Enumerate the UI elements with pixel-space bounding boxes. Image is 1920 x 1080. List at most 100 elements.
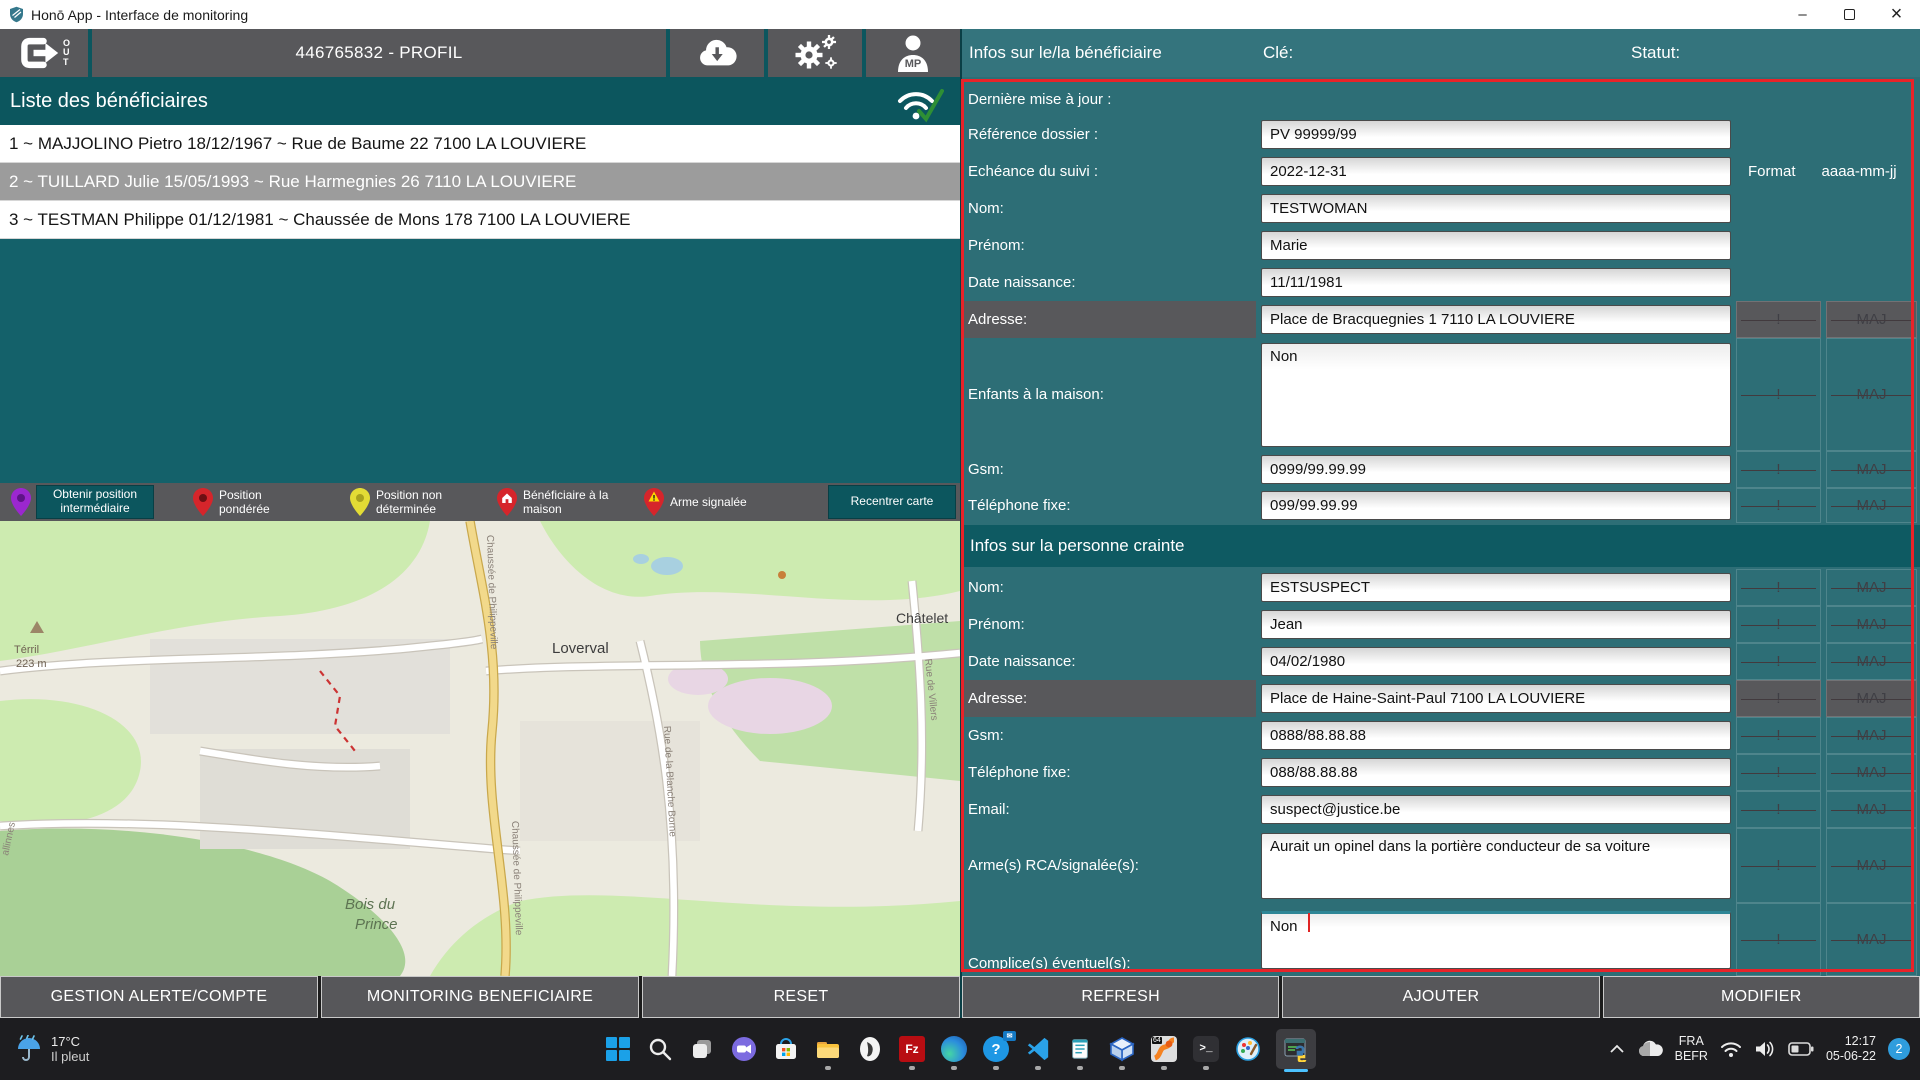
nom-input[interactable] [1261, 194, 1731, 223]
python-idle-button-active[interactable] [1276, 1029, 1316, 1069]
download-button[interactable] [670, 29, 764, 77]
tel-crainte-warn-button[interactable]: ! [1736, 754, 1821, 791]
prenom-input[interactable] [1261, 231, 1731, 260]
user-mp-button[interactable]: MP [866, 29, 960, 77]
legend-undetermined-label: Position non déterminée [376, 488, 468, 517]
date-crainte-warn-button[interactable]: ! [1736, 643, 1821, 680]
top-toolbar: OUT 446765832 - PROFIL [0, 29, 960, 77]
profile-id-button[interactable]: 446765832 - PROFIL [92, 29, 666, 77]
prenom-crainte-input[interactable] [1261, 610, 1731, 639]
nom-crainte-maj-button[interactable]: MAJ [1826, 569, 1917, 606]
running-indicator [1119, 1066, 1125, 1070]
microsoft-store-button[interactable] [772, 1035, 800, 1063]
echeance-suivi-input[interactable] [1261, 157, 1731, 186]
get-help-button[interactable]: ?✉ [982, 1035, 1010, 1063]
task-view-button[interactable] [688, 1035, 716, 1063]
adresse-maj-button[interactable]: MAJ [1826, 301, 1917, 338]
complices-textarea[interactable]: Non [1261, 911, 1731, 969]
tel-maj-button[interactable]: MAJ [1826, 488, 1917, 523]
settings-button[interactable] [768, 29, 862, 77]
text-cursor [1308, 913, 1310, 932]
battery-icon[interactable] [1788, 1041, 1814, 1057]
email-crainte-input[interactable] [1261, 795, 1731, 824]
search-button[interactable] [646, 1035, 674, 1063]
nom-crainte-warn-button[interactable]: ! [1736, 569, 1821, 606]
date-naissance-input[interactable] [1261, 268, 1731, 297]
tray-chevron-icon[interactable] [1609, 1044, 1625, 1054]
gsm-crainte-input[interactable] [1261, 721, 1731, 750]
gsm-warn-button[interactable]: ! [1736, 451, 1821, 488]
minimize-button[interactable]: – [1779, 0, 1826, 29]
reference-dossier-input[interactable] [1261, 120, 1731, 149]
adresse-warn-button[interactable]: ! [1736, 301, 1821, 338]
legend-obtain-position-button[interactable]: Obtenir position intermédiaire [36, 485, 154, 519]
close-button[interactable]: × [1873, 0, 1920, 29]
map-label-bois-2: Prince [355, 916, 398, 933]
tel-fixe-input[interactable] [1261, 491, 1731, 520]
chat-button[interactable] [730, 1035, 758, 1063]
onedrive-icon[interactable] [1637, 1040, 1663, 1058]
enfants-maj-button[interactable]: MAJ [1826, 338, 1917, 451]
logout-button[interactable]: OUT [0, 29, 88, 77]
terminal-button[interactable]: >_ [1192, 1035, 1220, 1063]
tel-crainte-maj-button[interactable]: MAJ [1826, 754, 1917, 791]
armes-maj-button[interactable]: MAJ [1826, 828, 1917, 903]
file-explorer-button[interactable] [814, 1035, 842, 1063]
filezilla-button[interactable]: Fz [898, 1035, 926, 1063]
date-crainte-maj-button[interactable]: MAJ [1826, 643, 1917, 680]
white-oval-app-button[interactable] [856, 1035, 884, 1063]
map-view[interactable]: Térril 223 m Loverval Châtelet Chaussée … [0, 521, 960, 976]
adresse-crainte-maj-button[interactable]: MAJ [1826, 680, 1917, 717]
map-label-bois-1: Bois du [345, 896, 396, 913]
vscode-button[interactable] [1024, 1035, 1052, 1063]
adresse-crainte-input[interactable] [1261, 684, 1731, 713]
tel-warn-button[interactable]: ! [1736, 488, 1821, 523]
volume-icon[interactable] [1754, 1040, 1776, 1058]
notepad-button[interactable] [1066, 1035, 1094, 1063]
modifier-button[interactable]: MODIFIER [1603, 976, 1920, 1018]
adresse-input[interactable] [1261, 305, 1731, 334]
maximize-button[interactable] [1826, 0, 1873, 29]
complices-warn-button[interactable]: ! [1736, 903, 1821, 976]
armes-textarea[interactable]: Aurait un opinel dans la portière conduc… [1261, 833, 1731, 899]
enfants-warn-button[interactable]: ! [1736, 338, 1821, 451]
beneficiary-row-2-selected[interactable]: 2 ~ TUILLARD Julie 15/05/1993 ~ Rue Harm… [0, 163, 960, 201]
beneficiary-row-1[interactable]: 1 ~ MAJJOLINO Pietro 18/12/1967 ~ Rue de… [0, 125, 960, 163]
ajouter-button[interactable]: AJOUTER [1282, 976, 1599, 1018]
paint-button[interactable] [1234, 1035, 1262, 1063]
taskbar-weather-widget[interactable]: 17°C Il pleut [16, 1034, 89, 1064]
tel-crainte-input[interactable] [1261, 758, 1731, 787]
notification-badge[interactable]: 2 [1888, 1038, 1910, 1060]
enfants-maison-textarea[interactable]: Non [1261, 343, 1731, 447]
prenom-crainte-warn-button[interactable]: ! [1736, 606, 1821, 643]
language-indicator[interactable]: FRA BEFR [1675, 1034, 1708, 1064]
running-indicator [1035, 1066, 1041, 1070]
nom-crainte-input[interactable] [1261, 573, 1731, 602]
logout-label: OUT [63, 39, 70, 67]
gestion-alerte-button[interactable]: GESTION ALERTE/COMPTE [0, 976, 318, 1018]
monitoring-beneficiaire-button[interactable]: MONITORING BENEFICIAIRE [321, 976, 639, 1018]
recenter-map-button[interactable]: Recentrer carte [828, 485, 956, 519]
armes-warn-button[interactable]: ! [1736, 828, 1821, 903]
reset-button[interactable]: RESET [642, 976, 960, 1018]
gsm-input[interactable] [1261, 455, 1731, 484]
complices-maj-button[interactable]: MAJ [1826, 903, 1917, 976]
clock-widget[interactable]: 12:17 05-06-22 [1826, 1034, 1876, 1064]
beneficiary-row-3[interactable]: 3 ~ TESTMAN Philippe 01/12/1981 ~ Chauss… [0, 201, 960, 239]
x64dbg-button[interactable]: 64 [1150, 1035, 1178, 1063]
running-indicator [993, 1066, 999, 1070]
armes-label: Arme(s) RCA/signalée(s): [968, 857, 1256, 874]
email-maj-button[interactable]: MAJ [1826, 791, 1917, 828]
wifi-tray-icon[interactable] [1720, 1041, 1742, 1058]
gsm-maj-button[interactable]: MAJ [1826, 451, 1917, 488]
prenom-crainte-maj-button[interactable]: MAJ [1826, 606, 1917, 643]
date-crainte-input[interactable] [1261, 647, 1731, 676]
email-warn-button[interactable]: ! [1736, 791, 1821, 828]
start-button[interactable] [604, 1035, 632, 1063]
edge-button[interactable] [940, 1035, 968, 1063]
refresh-button[interactable]: REFRESH [962, 976, 1279, 1018]
gsm-crainte-warn-button[interactable]: ! [1736, 717, 1821, 754]
virtualbox-button[interactable] [1108, 1035, 1136, 1063]
adresse-crainte-warn-button[interactable]: ! [1736, 680, 1821, 717]
gsm-crainte-maj-button[interactable]: MAJ [1826, 717, 1917, 754]
